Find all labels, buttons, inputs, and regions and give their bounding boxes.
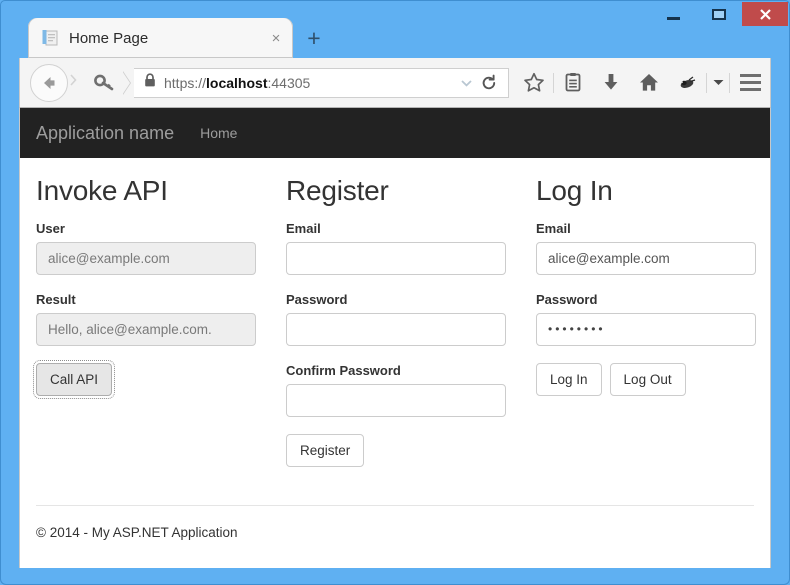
page-title-invoke-api: Invoke API xyxy=(36,175,168,206)
download-arrow-icon xyxy=(604,74,618,90)
call-api-button[interactable]: Call API xyxy=(32,359,116,399)
page-title-log-in: Log In xyxy=(536,175,613,206)
login-email-field[interactable]: alice@example.com xyxy=(536,241,756,275)
column-invoke-api: Invoke API User alice@example.com Result… xyxy=(32,175,286,467)
navbar-brand[interactable]: Application name xyxy=(36,123,174,144)
label-register-password: Password xyxy=(286,291,348,307)
hamburger-menu-button[interactable] xyxy=(730,68,770,98)
register-email-field[interactable] xyxy=(286,241,506,275)
back-button[interactable] xyxy=(30,63,68,102)
log-out-button[interactable]: Log Out xyxy=(609,362,686,396)
bookmark-star-icon xyxy=(524,72,544,92)
button-row-invoke-api: Call API xyxy=(32,359,286,399)
register-password-field[interactable] xyxy=(286,312,506,346)
hamburger-menu-icon xyxy=(739,81,761,84)
extension-button[interactable] xyxy=(668,68,706,98)
field-group-user: User alice@example.com xyxy=(36,221,286,275)
result-field[interactable]: Hello, alice@example.com. xyxy=(36,312,256,346)
page-viewport: Application name Home Invoke API User al… xyxy=(19,108,771,568)
label-register-confirm-password: Confirm Password xyxy=(286,362,401,378)
user-field[interactable]: alice@example.com xyxy=(36,241,256,275)
label-result: Result xyxy=(36,291,76,307)
column-log-in: Log In Email alice@example.com Password … xyxy=(536,175,770,467)
column-register: Register Email Password Confirm Password xyxy=(286,175,536,467)
field-group-register-password: Password xyxy=(286,292,536,346)
url-scheme: https:// xyxy=(164,74,207,91)
downloads-button[interactable] xyxy=(592,68,630,98)
home-icon xyxy=(640,74,658,91)
url-port: :44305 xyxy=(267,74,311,91)
label-login-password: Password xyxy=(536,291,598,307)
url-bar[interactable]: https://localhost:44305 xyxy=(134,67,509,98)
close-tab-icon[interactable]: × xyxy=(267,29,285,47)
home-button[interactable] xyxy=(630,68,668,98)
page-content: Invoke API User alice@example.com Result… xyxy=(20,158,770,568)
copyright-text: © 2014 - My ASP.NET Application xyxy=(36,525,238,540)
browser-tab-home-page[interactable]: Home Page × xyxy=(28,18,293,58)
button-row-log-in: Log In Log Out xyxy=(536,362,770,396)
url-text: https://localhost:44305 xyxy=(164,75,456,91)
label-register-email: Email xyxy=(286,220,321,236)
forward-chevron-icon xyxy=(70,74,77,86)
label-user: User xyxy=(36,220,65,236)
site-footer: © 2014 - My ASP.NET Application xyxy=(36,505,754,540)
lock-icon xyxy=(144,72,156,93)
field-group-login-password: Password •••••••• xyxy=(536,291,770,346)
password-masked-value: •••••••• xyxy=(548,322,606,337)
register-button[interactable]: Register xyxy=(286,433,365,467)
hamburger-menu-icon xyxy=(739,88,761,91)
button-row-register: Register xyxy=(286,433,536,467)
field-group-register-confirm-password: Confirm Password xyxy=(286,363,536,417)
browser-toolbar: https://localhost:44305 xyxy=(19,58,771,108)
key-icon xyxy=(94,74,114,90)
page-title-register: Register xyxy=(286,175,389,206)
register-confirm-password-field[interactable] xyxy=(286,383,506,417)
url-host: localhost xyxy=(206,74,268,91)
tab-strip: Home Page × + xyxy=(0,0,790,58)
back-arrow-icon xyxy=(44,76,55,89)
extension-icon xyxy=(680,75,696,88)
forward-button[interactable] xyxy=(68,70,84,95)
chevron-down-icon xyxy=(460,79,472,87)
reload-icon xyxy=(482,74,496,89)
toolbar-icon-group xyxy=(509,68,770,98)
chevron-down-icon xyxy=(713,80,723,85)
new-tab-button[interactable]: + xyxy=(300,24,328,52)
hamburger-menu-icon xyxy=(739,74,761,77)
log-in-button[interactable]: Log In xyxy=(536,362,602,396)
field-group-result: Result Hello, alice@example.com. xyxy=(36,292,286,346)
site-identity-button[interactable] xyxy=(86,68,124,98)
tab-title: Home Page xyxy=(69,29,149,47)
field-group-register-email: Email xyxy=(286,221,536,275)
reload-button[interactable] xyxy=(476,70,502,96)
form-columns: Invoke API User alice@example.com Result… xyxy=(20,175,770,467)
navbar-link-home[interactable]: Home xyxy=(200,125,237,141)
reading-list-button[interactable] xyxy=(554,68,592,98)
field-group-login-email: Email alice@example.com xyxy=(536,220,770,275)
url-dropdown-button[interactable] xyxy=(456,79,476,87)
label-login-email: Email xyxy=(536,220,571,236)
browser-window: Home Page × + https://localhost:44305 Ap… xyxy=(0,0,790,585)
document-icon xyxy=(42,29,59,48)
overflow-dropdown-button[interactable] xyxy=(707,68,729,98)
site-navbar: Application name Home xyxy=(20,108,770,158)
bookmark-button[interactable] xyxy=(515,68,553,98)
reader-list-icon xyxy=(565,73,581,92)
login-password-field[interactable]: •••••••• xyxy=(536,312,756,346)
